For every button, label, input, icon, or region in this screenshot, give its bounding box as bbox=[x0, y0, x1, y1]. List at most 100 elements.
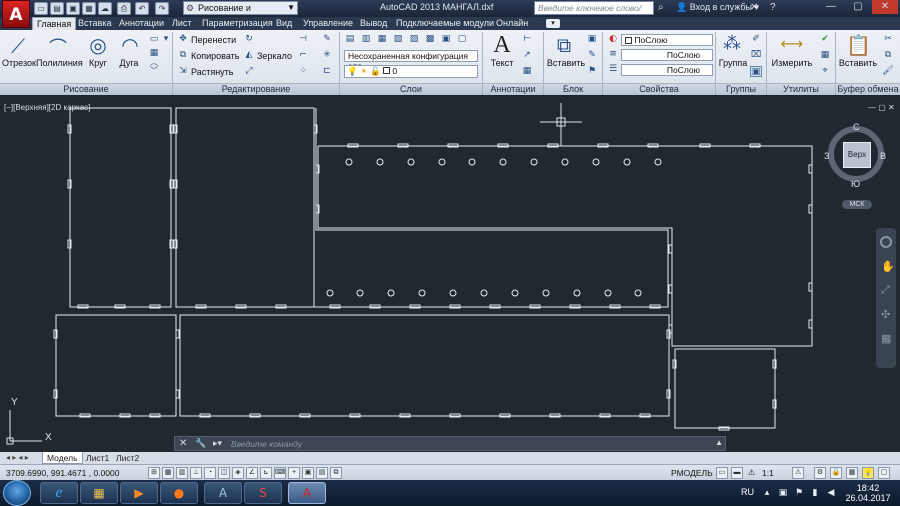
leader-icon[interactable]: ↗ bbox=[521, 50, 533, 61]
tab-online[interactable]: Онлайн bbox=[492, 17, 532, 30]
ungroup-icon[interactable]: ✐ bbox=[750, 34, 762, 45]
annotation-scale[interactable]: 1:1 bbox=[762, 468, 774, 478]
block-panel-title[interactable]: Блок bbox=[544, 83, 602, 95]
open-folder-icon[interactable]: ▤ bbox=[50, 2, 64, 15]
tray-app-icon[interactable]: ▣ bbox=[778, 488, 788, 498]
text-button[interactable]: Текст bbox=[487, 58, 517, 68]
tray-expand-icon[interactable]: ▴ bbox=[762, 488, 772, 498]
move-button[interactable]: Перенести bbox=[191, 35, 236, 45]
app-sc-icon[interactable]: S bbox=[244, 482, 282, 504]
sign-in-button[interactable]: 👤 Вход в службы ▾ bbox=[676, 2, 759, 13]
selection-cycling-icon[interactable]: ⧉ bbox=[330, 467, 342, 479]
clean-screen-icon[interactable]: ▢ bbox=[878, 467, 890, 479]
annotation-panel-title[interactable]: Аннотации bbox=[483, 83, 543, 95]
layer-state-icon[interactable]: ▥ bbox=[360, 34, 372, 45]
layers-panel-title[interactable]: Слои bbox=[340, 83, 482, 95]
close-button[interactable]: ✕ bbox=[872, 0, 898, 14]
tab-sheet2[interactable]: Лист2 bbox=[112, 452, 143, 464]
lineweight-icon[interactable]: ☰ bbox=[607, 64, 619, 75]
tab-home[interactable]: Главная bbox=[32, 17, 77, 30]
match-properties-icon[interactable]: 🖌 bbox=[882, 66, 894, 77]
autocad-task-icon[interactable]: A bbox=[288, 482, 326, 504]
internet-explorer-icon[interactable]: e bbox=[40, 482, 78, 504]
volume-icon[interactable]: ◀ bbox=[826, 488, 836, 498]
otrack-icon[interactable]: ∠ bbox=[246, 467, 258, 479]
cad-drawing[interactable] bbox=[0, 96, 900, 462]
tab-view[interactable]: Вид bbox=[272, 17, 296, 30]
color-select[interactable]: ПоСлою bbox=[621, 34, 713, 46]
layer-off-icon[interactable]: ▨ bbox=[408, 34, 420, 45]
linetype-icon[interactable]: ≡ bbox=[607, 49, 619, 60]
media-player-icon[interactable]: ▶ bbox=[120, 482, 158, 504]
tab-parametric[interactable]: Параметризация bbox=[198, 17, 277, 30]
group-select-icon[interactable]: ▣ bbox=[750, 66, 762, 77]
linetype-select[interactable]: ПоСлою bbox=[621, 49, 713, 61]
fillet-icon[interactable]: ⌐ bbox=[297, 50, 309, 61]
circle-button[interactable]: Круг bbox=[84, 58, 112, 68]
circle-icon[interactable]: ◎ bbox=[86, 33, 110, 57]
minimize-button[interactable]: — bbox=[818, 0, 844, 14]
quick-select-icon[interactable]: ✔ bbox=[819, 34, 831, 45]
new-file-icon[interactable]: ▭ bbox=[34, 2, 48, 15]
polar-tracking-icon[interactable]: ◔ bbox=[204, 467, 216, 479]
panel-bottom-long[interactable] bbox=[179, 314, 670, 417]
dynamic-input-icon[interactable]: ⌨ bbox=[274, 467, 286, 479]
maximize-button[interactable]: ▢ bbox=[845, 0, 871, 14]
tab-addins[interactable]: Подключаемые модули bbox=[392, 17, 498, 30]
firefox-icon[interactable]: ● bbox=[160, 482, 198, 504]
copy-icon[interactable]: ⧉ bbox=[177, 50, 189, 61]
help-icon[interactable]: ? bbox=[770, 2, 776, 13]
toolbar-lock-icon[interactable]: 🔒 bbox=[830, 467, 842, 479]
copy-clip-icon[interactable]: ⧉ bbox=[882, 50, 894, 61]
groups-panel-title[interactable]: Группы bbox=[716, 83, 766, 95]
erase-icon[interactable]: ✎ bbox=[321, 34, 333, 45]
group-icon[interactable]: ⁂ bbox=[720, 33, 744, 57]
calculator-icon[interactable]: ▦ bbox=[819, 50, 831, 61]
grid-display-icon[interactable]: ▥ bbox=[176, 467, 188, 479]
3d-osnap-icon[interactable]: ◈ bbox=[232, 467, 244, 479]
showmotion-icon[interactable]: ▦ bbox=[881, 332, 891, 345]
layer-properties-icon[interactable]: ▤ bbox=[344, 34, 356, 45]
ucs-menu[interactable]: МСК bbox=[842, 200, 872, 209]
stretch-icon[interactable]: ⇲ bbox=[177, 66, 189, 77]
cut-icon[interactable]: ✂ bbox=[882, 34, 894, 45]
command-prompt-icon[interactable]: ▸▾ bbox=[213, 438, 222, 449]
polyline-icon[interactable]: ⌒ bbox=[46, 34, 70, 59]
scale-icon[interactable]: ⤢ bbox=[243, 66, 255, 77]
mirror-button[interactable]: Зеркало bbox=[257, 51, 292, 61]
ortho-mode-icon[interactable]: ⊥ bbox=[190, 467, 202, 479]
line-icon[interactable]: ⟋ bbox=[6, 34, 30, 58]
mirror-icon[interactable]: ◭ bbox=[243, 50, 255, 61]
print-icon[interactable]: ⎙ bbox=[117, 2, 131, 15]
layer-lock-icon[interactable]: ▩ bbox=[424, 34, 436, 45]
command-history-icon[interactable]: ▲ bbox=[715, 438, 723, 447]
compass-west[interactable]: З bbox=[824, 151, 829, 161]
table-icon[interactable]: ▦ bbox=[521, 66, 533, 77]
compass-east[interactable]: В bbox=[880, 151, 886, 161]
cursor-coordinates[interactable]: 3709.6990, 991.4671 , 0.0000 bbox=[6, 468, 119, 478]
tab-manage[interactable]: Управление bbox=[299, 17, 357, 30]
hatch-icon[interactable]: ▦ bbox=[148, 48, 160, 59]
move-icon[interactable]: ✥ bbox=[177, 34, 189, 45]
properties-panel-title[interactable]: Свойства bbox=[603, 83, 715, 95]
layer-match-icon[interactable]: ▣ bbox=[440, 34, 452, 45]
search-input[interactable]: Введите ключевое слово/фразу bbox=[534, 1, 654, 25]
region-icon[interactable]: ▾ bbox=[160, 34, 172, 45]
tray-security-icon[interactable]: ⚑ bbox=[794, 488, 804, 498]
dimension-icon[interactable]: ⊢ bbox=[521, 34, 533, 45]
paste-icon[interactable]: 📋 bbox=[846, 33, 871, 57]
tab-output[interactable]: Вывод bbox=[356, 17, 391, 30]
insert-block-button[interactable]: Вставить bbox=[546, 58, 586, 68]
quick-view-layouts-icon[interactable]: ▭ bbox=[716, 467, 728, 479]
stretch-button[interactable]: Растянуть bbox=[191, 67, 234, 77]
compass-north[interactable]: С bbox=[853, 122, 860, 132]
close-cmdline-icon[interactable]: ✕ bbox=[179, 438, 187, 449]
layer-config-select[interactable]: Несохраненная конфигурация сло bbox=[344, 50, 478, 71]
quick-properties-icon[interactable]: ▤ bbox=[316, 467, 328, 479]
panel-side-left[interactable] bbox=[69, 107, 172, 308]
model-space-toggle[interactable]: РМОДЕЛЬ bbox=[671, 468, 713, 478]
match-color-icon[interactable]: ◐ bbox=[607, 34, 619, 45]
network-icon[interactable]: ▮ bbox=[810, 488, 820, 498]
workspace-select[interactable]: ⚙ Рисование и аннотации ▼ bbox=[183, 1, 298, 25]
orbit-icon[interactable]: ✣ bbox=[881, 308, 890, 321]
